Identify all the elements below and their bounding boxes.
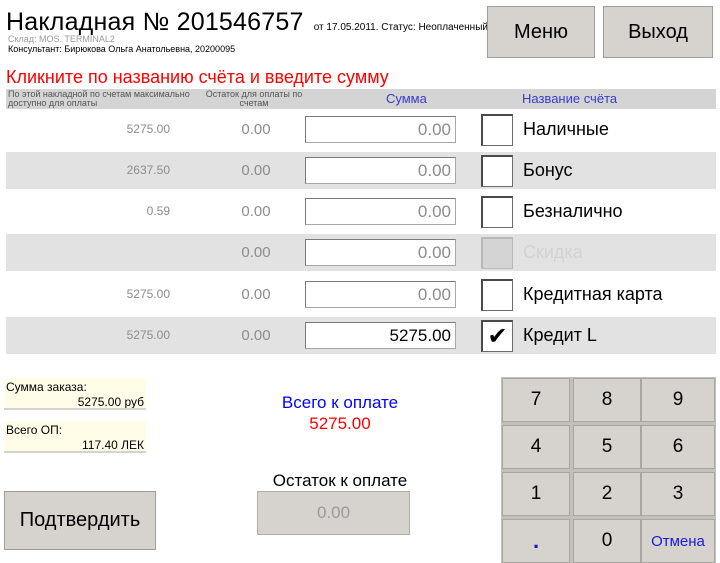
account-checkbox-checked[interactable]: ✔ — [481, 320, 513, 352]
account-name-credit-card[interactable]: Кредитная карта — [523, 276, 663, 313]
account-name-credit-l[interactable]: Кредит L — [523, 317, 597, 354]
op-sum-label: Всего ОП: — [6, 423, 63, 437]
invoice-meta: от 17.05.2011. Статус: Неоплаченный. — [313, 22, 491, 33]
key-7[interactable]: 7 — [502, 378, 570, 422]
account-checkbox — [481, 237, 513, 269]
keypad: 7 8 9 4 5 6 1 2 3 . 0 Отмена — [501, 377, 716, 563]
divider — [4, 451, 146, 453]
available-amount: 5275.00 — [126, 287, 170, 301]
key-4[interactable]: 4 — [502, 425, 570, 469]
account-checkbox[interactable] — [481, 279, 513, 311]
key-9[interactable]: 9 — [641, 378, 715, 422]
remaining-amount: 0.00 — [241, 244, 271, 261]
account-name-cash[interactable]: Наличные — [523, 111, 609, 148]
remaining-amount: 0.00 — [241, 121, 271, 138]
consultant-info: Консультант: Бирюкова Ольга Анатольевна,… — [8, 44, 236, 54]
account-name-bonus[interactable]: Бонус — [523, 152, 573, 189]
key-8[interactable]: 8 — [573, 378, 641, 422]
key-0[interactable]: 0 — [573, 519, 641, 563]
amount-input[interactable]: 0.00 — [305, 281, 456, 308]
order-sum-box: Сумма заказа: 5275.00 руб — [4, 378, 146, 410]
total-label: Всего к оплате — [281, 393, 399, 412]
key-5[interactable]: 5 — [573, 425, 641, 469]
exit-button[interactable]: Выход — [603, 6, 713, 58]
account-name-discount: Скидка — [523, 242, 583, 262]
amount-input[interactable]: 0.00 — [305, 116, 456, 143]
confirm-button[interactable]: Подтвердить — [4, 491, 156, 550]
remaining-amount: 0.00 — [241, 327, 271, 344]
account-checkbox[interactable] — [481, 114, 513, 146]
key-6[interactable]: 6 — [641, 425, 715, 469]
table-header: По этой накладной по счетам максимально … — [6, 89, 716, 109]
invoice-title: Накладная № 201546757 — [6, 8, 304, 36]
key-2[interactable]: 2 — [573, 472, 641, 516]
available-amount: 5275.00 — [126, 328, 170, 342]
table-row: 2637.50 0.00 0.00 Бонус — [6, 152, 716, 189]
header-remaining: Остаток для оплаты по счетам — [205, 89, 303, 108]
key-dot[interactable]: . — [502, 519, 570, 563]
table-row: 5275.00 0.00 5275.00 ✔ Кредит L — [6, 317, 716, 354]
remaining-amount: 0.00 — [241, 286, 271, 303]
remain-value: 0.00 — [257, 491, 410, 535]
amount-input[interactable]: 0.00 — [305, 157, 456, 184]
page-title: Накладная № 201546757 от 17.05.2011. Ста… — [6, 8, 491, 37]
account-checkbox[interactable] — [481, 196, 513, 228]
amount-input[interactable]: 5275.00 — [305, 322, 456, 349]
available-amount: 5275.00 — [126, 122, 170, 136]
table-row: 0.00 0.00 Скидка — [6, 234, 716, 271]
amount-input[interactable]: 0.00 — [305, 198, 456, 225]
table-row: 0.59 0.00 0.00 Безналично — [6, 193, 716, 230]
key-3[interactable]: 3 — [641, 472, 715, 516]
remain-label: Остаток к оплате — [272, 471, 408, 490]
op-sum-box: Всего ОП: 117.40 ЛЕК — [4, 421, 146, 453]
table-row: 5275.00 0.00 0.00 Кредитная карта — [6, 276, 716, 313]
instruction-text: Кликните по названию счёта и введите сум… — [6, 67, 389, 87]
header-account: Название счёта — [522, 91, 618, 106]
order-sum-value: 5275.00 руб — [77, 395, 144, 409]
available-amount: 2637.50 — [126, 163, 170, 177]
available-amount — [6, 234, 170, 271]
table-row: 5275.00 0.00 0.00 Наличные — [6, 111, 716, 148]
account-name-cashless[interactable]: Безналично — [523, 193, 623, 230]
key-1[interactable]: 1 — [502, 472, 570, 516]
header-amount: Сумма — [386, 91, 427, 106]
header-available: По этой накладной по счетам максимально … — [8, 89, 190, 108]
divider — [4, 408, 146, 410]
available-amount: 0.59 — [146, 204, 170, 218]
order-sum-label: Сумма заказа: — [6, 380, 87, 394]
store-info: Склад: MOS. TERMINAL2 — [8, 34, 115, 44]
remaining-amount: 0.00 — [241, 203, 271, 220]
key-cancel[interactable]: Отмена — [641, 519, 715, 563]
amount-input[interactable]: 0.00 — [305, 239, 456, 266]
remaining-amount: 0.00 — [241, 162, 271, 179]
total-value: 5275.00 — [309, 414, 371, 433]
op-sum-value: 117.40 ЛЕК — [81, 438, 144, 452]
account-checkbox[interactable] — [481, 155, 513, 187]
menu-button[interactable]: Меню — [487, 6, 595, 58]
